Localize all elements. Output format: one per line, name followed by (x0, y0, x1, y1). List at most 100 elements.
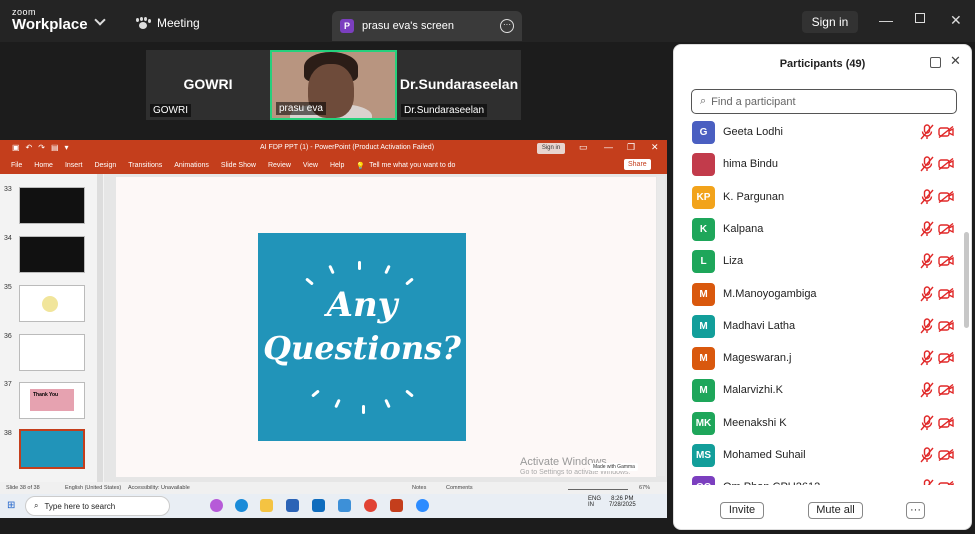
muted-mic-icon[interactable] (920, 221, 934, 237)
slide-thumb-35[interactable] (19, 285, 85, 322)
participant-row[interactable]: M Madhavi Latha (674, 311, 962, 343)
mute-all-button[interactable]: Mute all (808, 502, 863, 519)
participant-row[interactable]: MK Meenakshi K (674, 408, 962, 440)
tab-view[interactable]: View (303, 162, 318, 169)
video-off-icon[interactable] (938, 384, 954, 397)
more-button[interactable]: ··· (906, 502, 925, 519)
copilot-icon[interactable] (210, 499, 223, 512)
muted-mic-icon[interactable] (920, 253, 934, 269)
tell-me-search[interactable]: Tell me what you want to do (369, 162, 455, 169)
video-off-icon[interactable] (938, 126, 954, 138)
current-slide[interactable]: Any Questions? (116, 177, 656, 477)
ribbon-display-icon[interactable]: ▭ (579, 142, 588, 153)
video-off-icon[interactable] (938, 319, 954, 332)
participant-row[interactable]: MS Mohamed Suhail (674, 440, 962, 472)
minimize-icon[interactable]: — (879, 12, 893, 28)
shared-screen-tab[interactable]: P prasu eva's screen ··· (332, 11, 522, 41)
chrome-icon[interactable] (364, 499, 377, 512)
participant-list-scrollbar[interactable] (962, 117, 970, 485)
muted-mic-icon[interactable] (920, 414, 934, 431)
zoom-taskbar-icon[interactable] (416, 499, 429, 512)
maximize-icon[interactable] (915, 13, 925, 23)
sign-in-button[interactable]: Sign in (802, 11, 858, 33)
ppt-restore-icon[interactable]: ❐ (627, 142, 635, 153)
video-off-icon[interactable] (938, 287, 954, 300)
slide-thumb-33[interactable] (19, 187, 85, 224)
muted-mic-icon[interactable] (920, 447, 934, 463)
scrollbar-thumb[interactable] (964, 232, 969, 328)
slide-thumb-38[interactable] (19, 429, 85, 469)
slide-scrollbar[interactable] (657, 176, 665, 476)
video-off-icon[interactable] (938, 449, 954, 461)
outlook-icon[interactable] (312, 499, 325, 512)
zoom-level[interactable]: 67% (639, 485, 650, 491)
slide-thumb-37[interactable]: Thank You (19, 382, 85, 419)
thumbnails-scrollbar[interactable] (97, 174, 103, 484)
video-tile-prasu-eva[interactable]: prasu eva (270, 50, 397, 120)
status-language[interactable]: English (United States) (65, 485, 121, 491)
participant-row[interactable]: M Malarvizhi.K (674, 375, 962, 407)
muted-mic-icon[interactable] (920, 318, 934, 334)
muted-mic-icon[interactable] (920, 285, 934, 302)
invite-button[interactable]: Invite (720, 502, 764, 519)
participant-search-input[interactable]: ⌕ Find a participant (691, 89, 957, 114)
close-panel-icon[interactable]: ✕ (950, 53, 961, 69)
tab-help[interactable]: Help (330, 162, 344, 169)
participant-row[interactable]: M Mageswaran.j (674, 343, 962, 375)
more-options-icon[interactable]: ··· (500, 19, 514, 33)
video-off-icon[interactable] (938, 255, 954, 268)
chevron-down-icon[interactable] (94, 14, 106, 26)
clock[interactable]: 8:26 PM 7/28/2025 (609, 496, 636, 508)
meeting-menu[interactable]: Meeting (136, 16, 200, 30)
zoom-slider[interactable] (568, 484, 628, 490)
slide-thumb-34[interactable] (19, 236, 85, 273)
video-off-icon[interactable] (938, 158, 954, 171)
tab-home[interactable]: Home (34, 162, 53, 169)
muted-mic-icon[interactable] (920, 350, 934, 366)
muted-mic-icon[interactable] (920, 188, 934, 205)
slide-thumb-36[interactable] (19, 334, 85, 371)
tab-slide-show[interactable]: Slide Show (221, 162, 256, 169)
participant-row[interactable]: L Liza (674, 246, 962, 278)
quick-access-icons[interactable]: ▣↶↷▤▾ (12, 143, 75, 152)
taskbar-search[interactable]: ⌕ Type here to search (25, 496, 170, 516)
language-indicator[interactable]: ENG IN (588, 496, 601, 508)
muted-mic-icon[interactable] (920, 382, 934, 398)
windows-start-icon[interactable]: ⊞ (7, 500, 15, 511)
video-off-icon[interactable] (938, 190, 954, 203)
edge-icon[interactable] (235, 499, 248, 512)
tab-design[interactable]: Design (94, 162, 116, 169)
participant-row[interactable]: KP K. Pargunan (674, 182, 962, 214)
status-accessibility[interactable]: Accessibility: Unavailable (128, 485, 190, 491)
video-off-icon[interactable] (938, 352, 954, 365)
muted-mic-icon[interactable] (920, 156, 934, 172)
comments-button[interactable]: Comments (446, 485, 473, 491)
muted-mic-icon[interactable] (920, 479, 934, 485)
participant-row[interactable]: M M.Manoyogambiga (674, 279, 962, 311)
ppt-minimize-icon[interactable]: — (604, 142, 613, 152)
ppt-close-icon[interactable]: ✕ (651, 142, 659, 153)
participant-row[interactable]: hima Bindu (674, 149, 962, 181)
video-off-icon[interactable] (938, 222, 954, 235)
store-icon[interactable] (286, 499, 299, 512)
video-tile-gowri[interactable]: GOWRI GOWRI (146, 50, 270, 120)
pop-out-icon[interactable] (930, 57, 941, 68)
tab-animations[interactable]: Animations (174, 162, 209, 169)
participant-row[interactable]: OC Om Phan CPU2612 (674, 472, 962, 485)
notes-button[interactable]: Notes (412, 485, 426, 491)
ppt-share-button[interactable]: Share (624, 159, 651, 170)
ppt-sign-in-button[interactable]: Sign in (537, 143, 565, 154)
video-off-icon[interactable] (938, 481, 954, 485)
tab-insert[interactable]: Insert (65, 162, 83, 169)
powerpoint-taskbar-icon[interactable] (390, 499, 403, 512)
tab-file[interactable]: File (11, 162, 22, 169)
video-tile-sundaraseelan[interactable]: Dr.Sundaraseelan Dr.Sundaraseelan (397, 50, 521, 120)
tab-review[interactable]: Review (268, 162, 291, 169)
video-off-icon[interactable] (938, 416, 954, 429)
participant-row[interactable]: G Geeta Lodhi (674, 117, 962, 149)
muted-mic-icon[interactable] (920, 124, 934, 140)
tab-transitions[interactable]: Transitions (128, 162, 162, 169)
close-icon[interactable]: ✕ (950, 12, 962, 29)
participant-row[interactable]: K Kalpana (674, 214, 962, 246)
file-explorer-icon[interactable] (260, 499, 273, 512)
